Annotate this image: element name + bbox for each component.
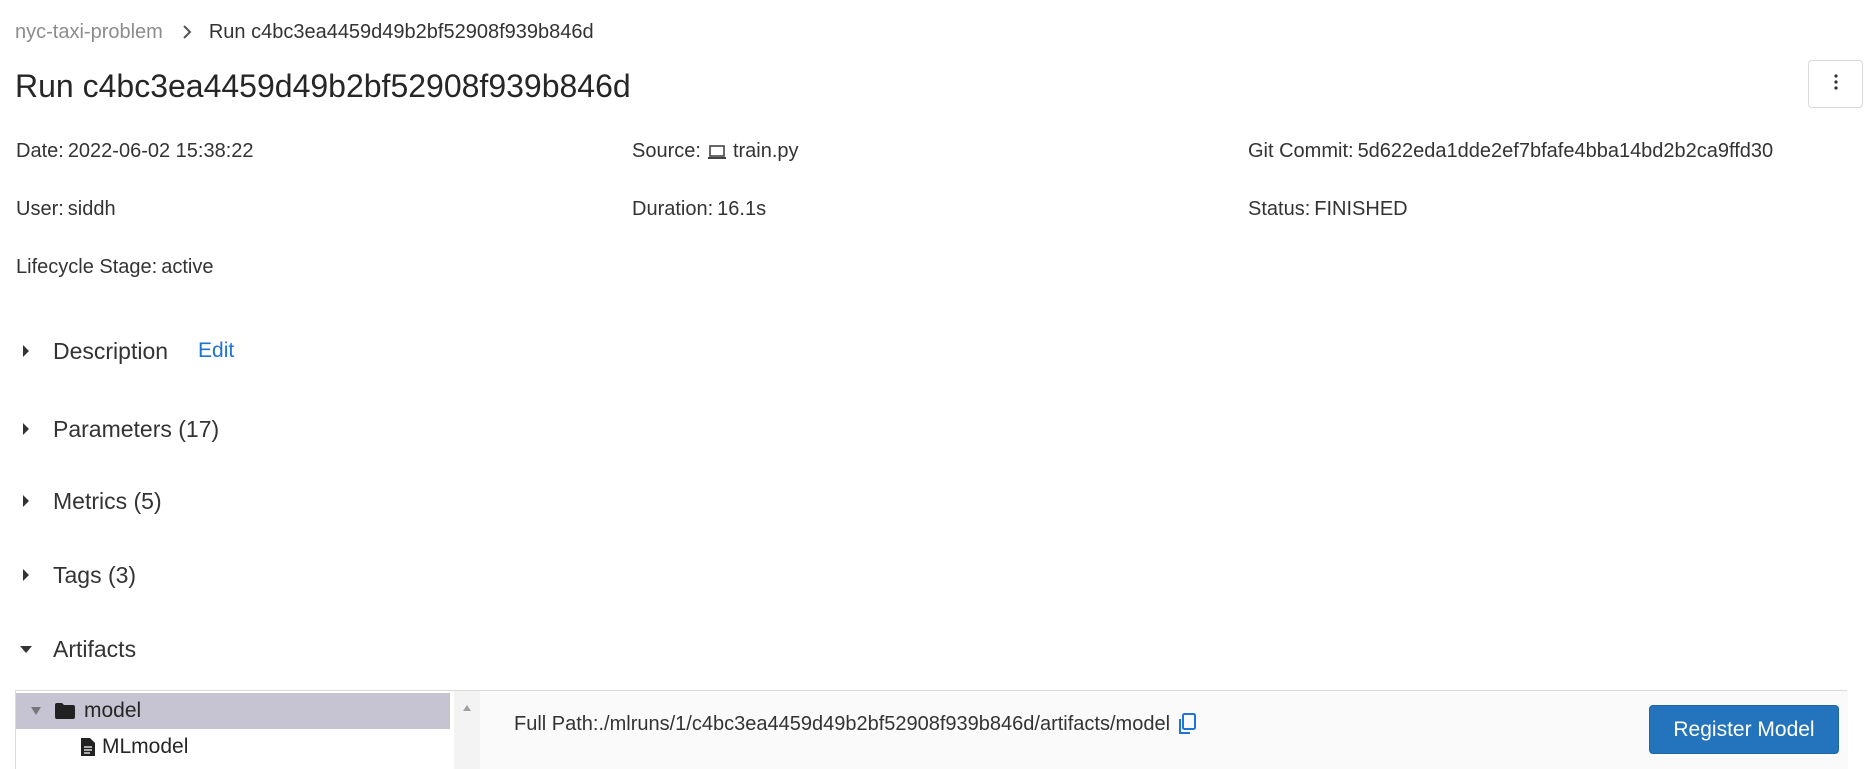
folder-icon [54, 702, 76, 720]
page-title: Run c4bc3ea4459d49b2bf52908f939b846d [15, 68, 631, 104]
breadcrumb-experiment-link[interactable]: nyc-taxi-problem [15, 18, 163, 46]
source-label: Source: [632, 140, 701, 162]
run-page: nyc-taxi-problem Run c4bc3ea4459d49b2bf5… [0, 0, 1869, 769]
section-description-label: Description [53, 338, 169, 364]
tree-scrollbar[interactable] [454, 691, 480, 769]
tree-item-mlmodel[interactable]: MLmodel [80, 729, 188, 765]
meta-git-commit: Git Commit: 5d622eda1dde2ef7bfafe4bba14bd… [1248, 137, 1773, 165]
source-value-link[interactable]: train.py [733, 140, 799, 162]
register-model-button[interactable]: Register Model [1649, 705, 1839, 754]
full-path-label: Full Path: [514, 713, 599, 735]
scroll-up-arrow-icon[interactable] [462, 699, 472, 769]
caret-down-icon [15, 638, 37, 660]
section-description[interactable]: Description Edit [15, 335, 234, 367]
section-parameters-label: Parameters (17) [53, 416, 220, 442]
tree-item-label: MLmodel [102, 735, 189, 758]
artifact-detail: Full Path: ./mlruns/1/c4bc3ea4459d49b2bf5… [480, 691, 1848, 769]
user-label: User: [16, 198, 64, 220]
artifact-tree: model MLmodel [16, 691, 451, 769]
tree-item-label: model [84, 699, 142, 722]
description-edit-link[interactable]: Edit [198, 335, 234, 367]
meta-lifecycle: Lifecycle Stage: active [16, 253, 213, 281]
section-parameters[interactable]: Parameters (17) [15, 413, 219, 445]
meta-status: Status: FINISHED [1248, 195, 1408, 223]
caret-right-icon [15, 490, 37, 512]
date-label: Date: [16, 140, 64, 162]
lifecycle-value: active [161, 256, 214, 278]
section-artifacts-label: Artifacts [53, 636, 137, 662]
full-path-value: ./mlruns/1/c4bc3ea4459d49b2bf52908f939b8… [598, 713, 1171, 735]
section-tags[interactable]: Tags (3) [15, 559, 136, 591]
section-metrics-label: Metrics (5) [53, 488, 162, 514]
copy-icon[interactable] [1178, 713, 1197, 735]
breadcrumb-current: Run c4bc3ea4459d49b2bf52908f939b846d [208, 21, 594, 43]
tree-item-model[interactable]: model [16, 693, 450, 729]
file-icon [80, 737, 96, 757]
chevron-right-icon [173, 18, 201, 46]
duration-value: 16.1s [717, 198, 767, 220]
date-value: 2022-06-02 15:38:22 [67, 140, 254, 162]
status-value: FINISHED [1314, 198, 1408, 220]
meta-date: Date: 2022-06-02 15:38:22 [16, 137, 254, 165]
breadcrumb: nyc-taxi-problem Run c4bc3ea4459d49b2bf5… [15, 18, 594, 46]
tree-toggle-caret-down-icon[interactable] [18, 706, 54, 716]
caret-right-icon [15, 564, 37, 586]
user-value: siddh [67, 198, 116, 220]
duration-label: Duration: [632, 198, 714, 220]
artifacts-panel: model MLmodel Full Path: ./mlruns/1/c4bc3… [15, 690, 1848, 769]
lifecycle-label: Lifecycle Stage: [16, 256, 158, 278]
section-tags-label: Tags (3) [53, 562, 137, 588]
caret-right-icon [15, 340, 37, 362]
meta-duration: Duration: 16.1s [632, 195, 766, 223]
git-commit-value: 5d622eda1dde2ef7bfafe4bba14bd2b2ca9ffd30 [1357, 140, 1774, 162]
meta-source: Source: train.py [632, 137, 799, 168]
status-label: Status: [1248, 198, 1311, 220]
meta-user: User: siddh [16, 195, 116, 223]
kebab-menu-icon [1833, 73, 1839, 96]
laptop-icon [707, 140, 727, 168]
section-artifacts[interactable]: Artifacts [15, 633, 136, 665]
caret-right-icon [15, 418, 37, 440]
section-metrics[interactable]: Metrics (5) [15, 485, 162, 517]
git-commit-label: Git Commit: [1248, 140, 1354, 162]
more-actions-button[interactable] [1808, 60, 1863, 108]
artifact-full-path: Full Path: ./mlruns/1/c4bc3ea4459d49b2bf5… [514, 710, 1197, 738]
